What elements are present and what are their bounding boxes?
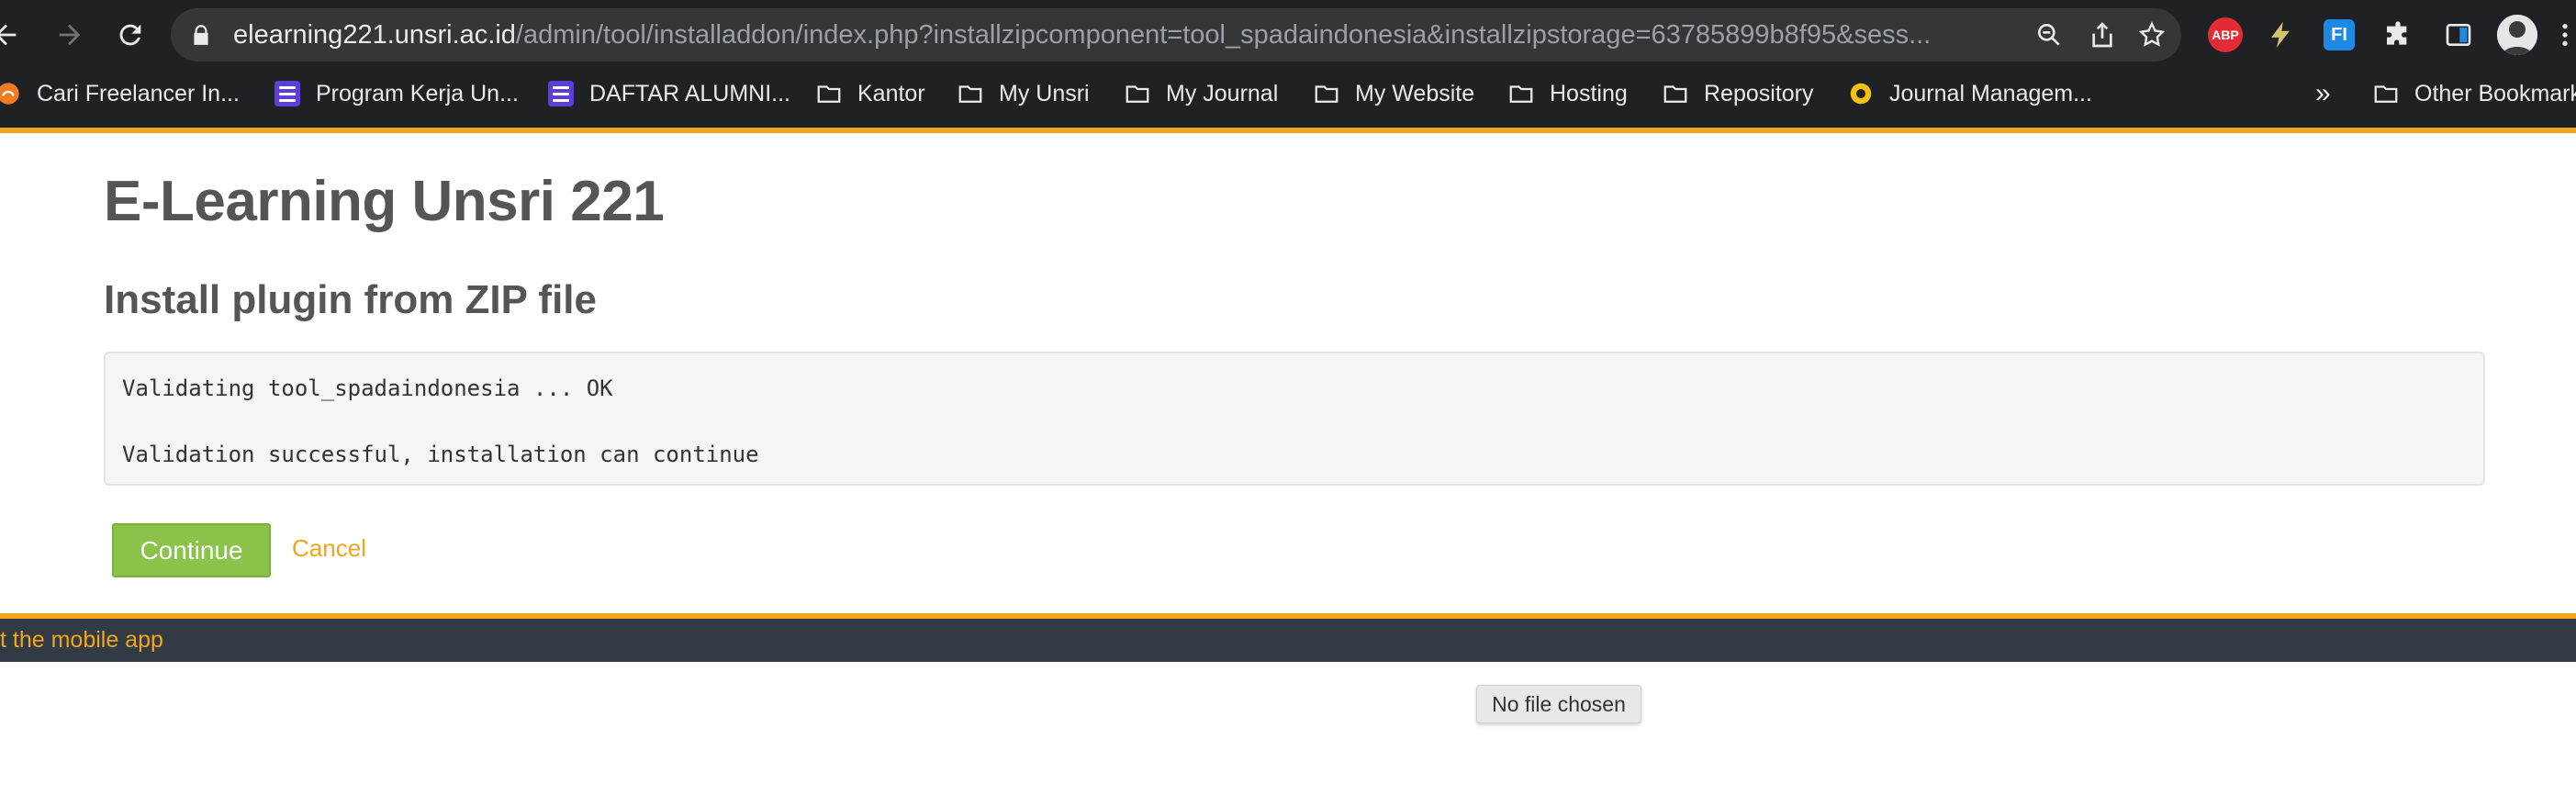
url-path: /admin/tool/installaddon/index.php?insta… <box>515 20 1932 50</box>
adblock-plus-icon[interactable]: ABP <box>2207 17 2244 53</box>
bookmark-item[interactable]: My Unsri <box>957 70 1090 118</box>
bookmark-label: Cari Freelancer In... <box>37 80 240 106</box>
header-accent-line <box>0 128 2576 133</box>
mobile-app-link[interactable]: t the mobile app <box>0 619 163 662</box>
site-name: E-Learning Unsri 221 <box>104 170 665 233</box>
bookmark-item[interactable]: My Journal <box>1124 70 1278 118</box>
bookmark-label: My Unsri <box>999 80 1090 106</box>
share-icon[interactable] <box>2088 20 2117 50</box>
cancel-link[interactable]: Cancel <box>292 532 366 564</box>
reload-icon[interactable] <box>108 13 152 57</box>
address-bar[interactable]: elearning221.unsri.ac.id/admin/tool/inst… <box>171 8 2181 62</box>
browser-chrome: elearning221.unsri.ac.id/admin/tool/inst… <box>0 0 2576 131</box>
folder-icon <box>815 80 843 107</box>
menu-dots-icon[interactable] <box>2547 17 2576 53</box>
continue-button[interactable]: Continue <box>112 523 271 577</box>
bookmark-item[interactable]: Program Kerja Un... <box>274 70 519 118</box>
file-input-status[interactable]: No file chosen <box>1476 685 1641 723</box>
page-title: Install plugin from ZIP file <box>104 277 598 322</box>
log-line: Validating tool_spadaindonesia ... OK <box>122 375 613 401</box>
purple-list-icon <box>274 80 301 107</box>
bookmark-item[interactable]: My Website <box>1313 70 1474 118</box>
browser-toolbar: elearning221.unsri.ac.id/admin/tool/inst… <box>0 0 2576 70</box>
bookmark-item-other[interactable]: Other Bookmarks <box>2372 70 2576 118</box>
folder-icon <box>1507 80 1535 107</box>
lightning-extension-icon[interactable] <box>2262 17 2299 53</box>
validation-log: Validating tool_spadaindonesia ... OK Va… <box>104 352 2485 486</box>
bookmark-item[interactable]: Cari Freelancer In... <box>0 70 240 118</box>
url-host: elearning221.unsri.ac.id <box>233 20 516 50</box>
forward-arrow-icon[interactable] <box>48 13 92 57</box>
bookmark-star-icon[interactable] <box>2137 20 2167 50</box>
zoom-icon[interactable] <box>2034 20 2064 50</box>
bookmark-label: Program Kerja Un... <box>316 80 519 106</box>
page-footer: t the mobile app <box>0 619 2576 662</box>
orange-site-icon <box>0 80 22 107</box>
bookmarks-bar: Cari Freelancer In... Program Kerja Un..… <box>0 70 2576 118</box>
yellow-flower-icon <box>1847 80 1875 107</box>
bookmark-label: Repository <box>1704 80 1814 106</box>
bookmark-label: My Website <box>1355 80 1475 106</box>
folder-icon <box>957 80 984 107</box>
bookmark-label: Kantor <box>857 80 925 106</box>
folder-icon <box>1124 80 1151 107</box>
back-arrow-icon[interactable] <box>0 13 28 57</box>
lock-icon[interactable] <box>189 23 213 47</box>
bookmark-item[interactable]: Hosting <box>1507 70 1628 118</box>
log-spacer <box>122 405 2467 438</box>
bookmark-item[interactable]: Kantor <box>815 70 925 118</box>
purple-list-icon <box>547 80 575 107</box>
bookmark-label: DAFTAR ALUMNI... <box>589 80 791 106</box>
bookmark-item[interactable]: DAFTAR ALUMNI... <box>547 70 790 118</box>
fi-extension-icon[interactable]: FI <box>2321 17 2358 53</box>
bookmark-label: My Journal <box>1166 80 1279 106</box>
bookmark-label: Hosting <box>1550 80 1628 106</box>
folder-icon <box>2372 80 2400 107</box>
bookmark-label: Journal Managem... <box>1889 80 2092 106</box>
log-line: Validation successful, installation can … <box>122 442 759 467</box>
bookmark-item[interactable]: Repository <box>1662 70 1814 118</box>
folder-icon <box>1662 80 1689 107</box>
sidebar-icon[interactable] <box>2440 17 2477 53</box>
profile-avatar[interactable] <box>2497 15 2537 55</box>
url-text[interactable]: elearning221.unsri.ac.id/admin/tool/inst… <box>233 20 2170 50</box>
bookmark-label: Other Bookmarks <box>2414 80 2576 106</box>
bookmarks-overflow-icon[interactable]: » <box>2315 70 2331 118</box>
puzzle-extensions-icon[interactable] <box>2380 17 2416 53</box>
bookmark-item[interactable]: Journal Managem... <box>1847 70 2092 118</box>
folder-icon <box>1313 80 1340 107</box>
